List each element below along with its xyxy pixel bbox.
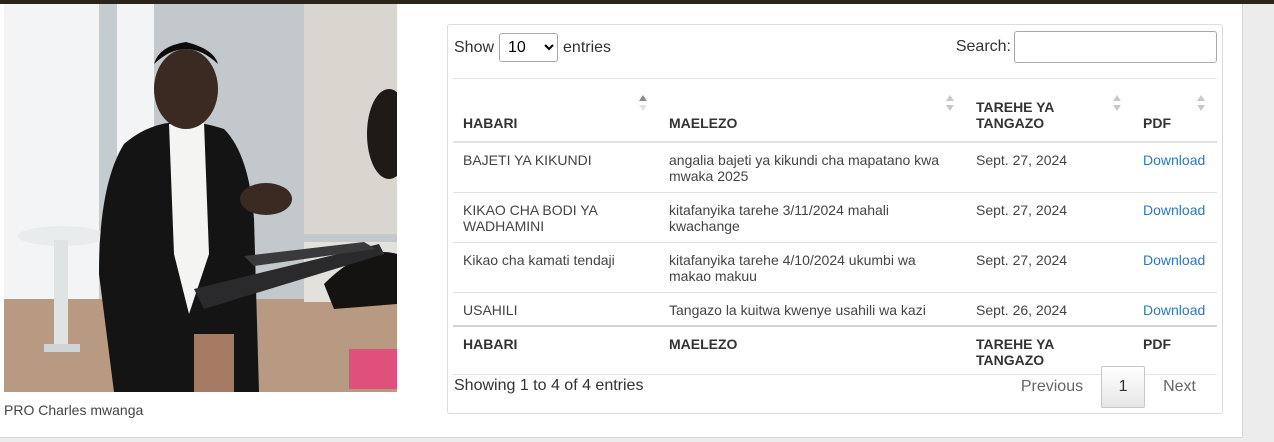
cell-maelezo: Tangazo la kuitwa kwenye usahili wa kazi	[659, 292, 966, 327]
download-link[interactable]: Download	[1143, 252, 1205, 268]
previous-page-button[interactable]: Previous	[1003, 366, 1101, 408]
download-link[interactable]: Download	[1143, 302, 1205, 318]
search-input[interactable]	[1014, 31, 1217, 63]
next-page-button[interactable]: Next	[1145, 366, 1214, 408]
page-length-control: Show 10 entries	[454, 33, 611, 62]
sort-icon	[946, 95, 954, 113]
search-label: Search:	[955, 38, 1011, 55]
announcements-table-card: Show 10 entries Search: HABARI MAELEZO T…	[447, 24, 1223, 414]
cell-maelezo: kitafanyika tarehe 3/11/2024 mahali kwac…	[659, 192, 966, 243]
table-row: BAJETI YA KIKUNDI angalia bajeti ya kiku…	[453, 142, 1217, 193]
table-search: Search:	[956, 31, 1217, 63]
column-header-habari[interactable]: HABARI	[453, 78, 659, 143]
announcements-table: HABARI MAELEZO TAREHE YA TANGAZO PDF BAJ…	[453, 78, 1217, 375]
cell-maelezo: kitafanyika tarehe 4/10/2024 ukumbi wa m…	[659, 242, 966, 293]
table-row: KIKAO CHA BODI YA WADHAMINI kitafanyika …	[453, 192, 1217, 243]
cell-maelezo: angalia bajeti ya kikundi cha mapatano k…	[659, 142, 966, 193]
entries-label: entries	[563, 38, 612, 56]
column-header-maelezo[interactable]: MAELEZO	[659, 78, 966, 143]
content-panel: PRO Charles mwanga Show 10 entries Searc…	[0, 4, 1243, 438]
cell-habari: BAJETI YA KIKUNDI	[453, 142, 659, 193]
table-row: USAHILI Tangazo la kuitwa kwenye usahili…	[453, 292, 1217, 327]
column-header-tarehe[interactable]: TAREHE YA TANGAZO	[966, 78, 1133, 143]
footer-header-habari: HABARI	[453, 326, 659, 375]
cell-habari: KIKAO CHA BODI YA WADHAMINI	[453, 192, 659, 243]
cell-pdf: Download	[1133, 192, 1217, 243]
table-header-row: HABARI MAELEZO TAREHE YA TANGAZO PDF	[453, 78, 1217, 143]
cell-tarehe: Sept. 27, 2024	[966, 242, 1133, 293]
cell-tarehe: Sept. 27, 2024	[966, 142, 1133, 193]
page-1-button[interactable]: 1	[1101, 366, 1146, 408]
show-label: Show	[454, 38, 495, 56]
sort-icon	[1197, 95, 1205, 113]
pagination: Previous 1 Next	[1003, 366, 1214, 408]
cell-habari: Kikao cha kamati tendaji	[453, 242, 659, 293]
table-info: Showing 1 to 4 of 4 entries	[454, 377, 644, 394]
cell-tarehe: Sept. 26, 2024	[966, 292, 1133, 327]
cell-pdf: Download	[1133, 292, 1217, 327]
table-row: Kikao cha kamati tendaji kitafanyika tar…	[453, 242, 1217, 293]
photo-caption: PRO Charles mwanga	[4, 402, 144, 418]
speaker-photo	[4, 4, 397, 392]
download-link[interactable]: Download	[1143, 202, 1205, 218]
sort-ascending-icon	[639, 95, 647, 113]
cell-habari: USAHILI	[453, 292, 659, 327]
cell-pdf: Download	[1133, 242, 1217, 293]
page-length-select[interactable]: 10	[499, 33, 559, 62]
cell-tarehe: Sept. 27, 2024	[966, 192, 1133, 243]
footer-header-maelezo: MAELEZO	[659, 326, 966, 375]
cell-pdf: Download	[1133, 142, 1217, 193]
sort-icon	[1113, 95, 1121, 113]
download-link[interactable]: Download	[1143, 152, 1205, 168]
column-header-pdf[interactable]: PDF	[1133, 78, 1217, 143]
